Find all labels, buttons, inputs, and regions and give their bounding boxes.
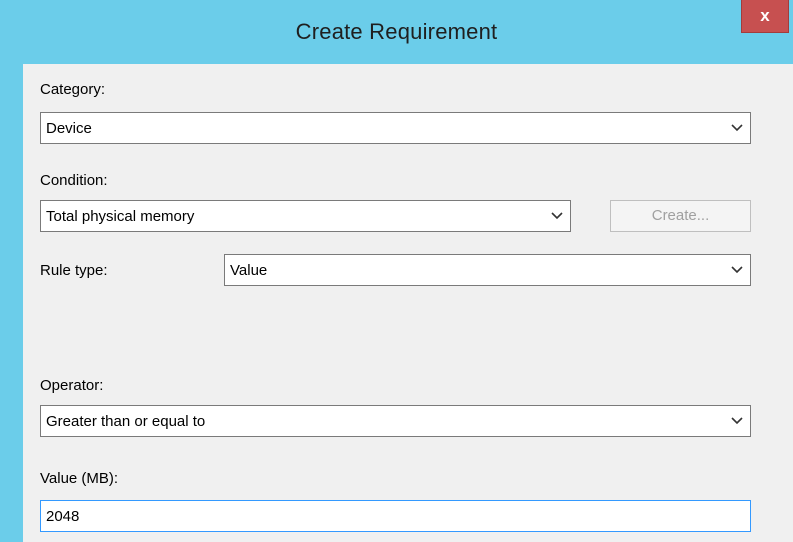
close-button[interactable]: x bbox=[741, 0, 789, 33]
operator-selected-value: Greater than or equal to bbox=[46, 413, 206, 430]
chevron-down-icon bbox=[731, 266, 743, 274]
condition-selected-value: Total physical memory bbox=[46, 208, 195, 225]
condition-dropdown[interactable]: Total physical memory bbox=[40, 200, 571, 232]
rule-type-selected-value: Value bbox=[230, 262, 268, 279]
value-input[interactable]: 2048 bbox=[40, 500, 751, 532]
dialog-title: Create Requirement bbox=[295, 19, 498, 44]
operator-label: Operator: bbox=[40, 377, 104, 394]
value-input-text: 2048 bbox=[46, 508, 80, 525]
category-selected-value: Device bbox=[46, 120, 92, 137]
category-dropdown[interactable]: Device bbox=[40, 112, 751, 144]
create-condition-button[interactable]: Create... bbox=[610, 200, 751, 232]
category-label: Category: bbox=[40, 81, 106, 98]
condition-label: Condition: bbox=[40, 172, 108, 189]
chevron-down-icon bbox=[551, 212, 563, 220]
create-requirement-dialog: Create Requirement x Category: Device Co… bbox=[0, 0, 793, 542]
value-label: Value (MB): bbox=[40, 470, 119, 487]
title-bar[interactable]: Create Requirement x bbox=[0, 0, 793, 64]
dialog-body: Category: Device Condition: Total physic… bbox=[23, 64, 793, 542]
operator-dropdown[interactable]: Greater than or equal to bbox=[40, 405, 751, 437]
chevron-down-icon bbox=[731, 124, 743, 132]
chevron-down-icon bbox=[731, 417, 743, 425]
rule-type-label: Rule type: bbox=[40, 262, 108, 279]
rule-type-dropdown[interactable]: Value bbox=[224, 254, 751, 286]
